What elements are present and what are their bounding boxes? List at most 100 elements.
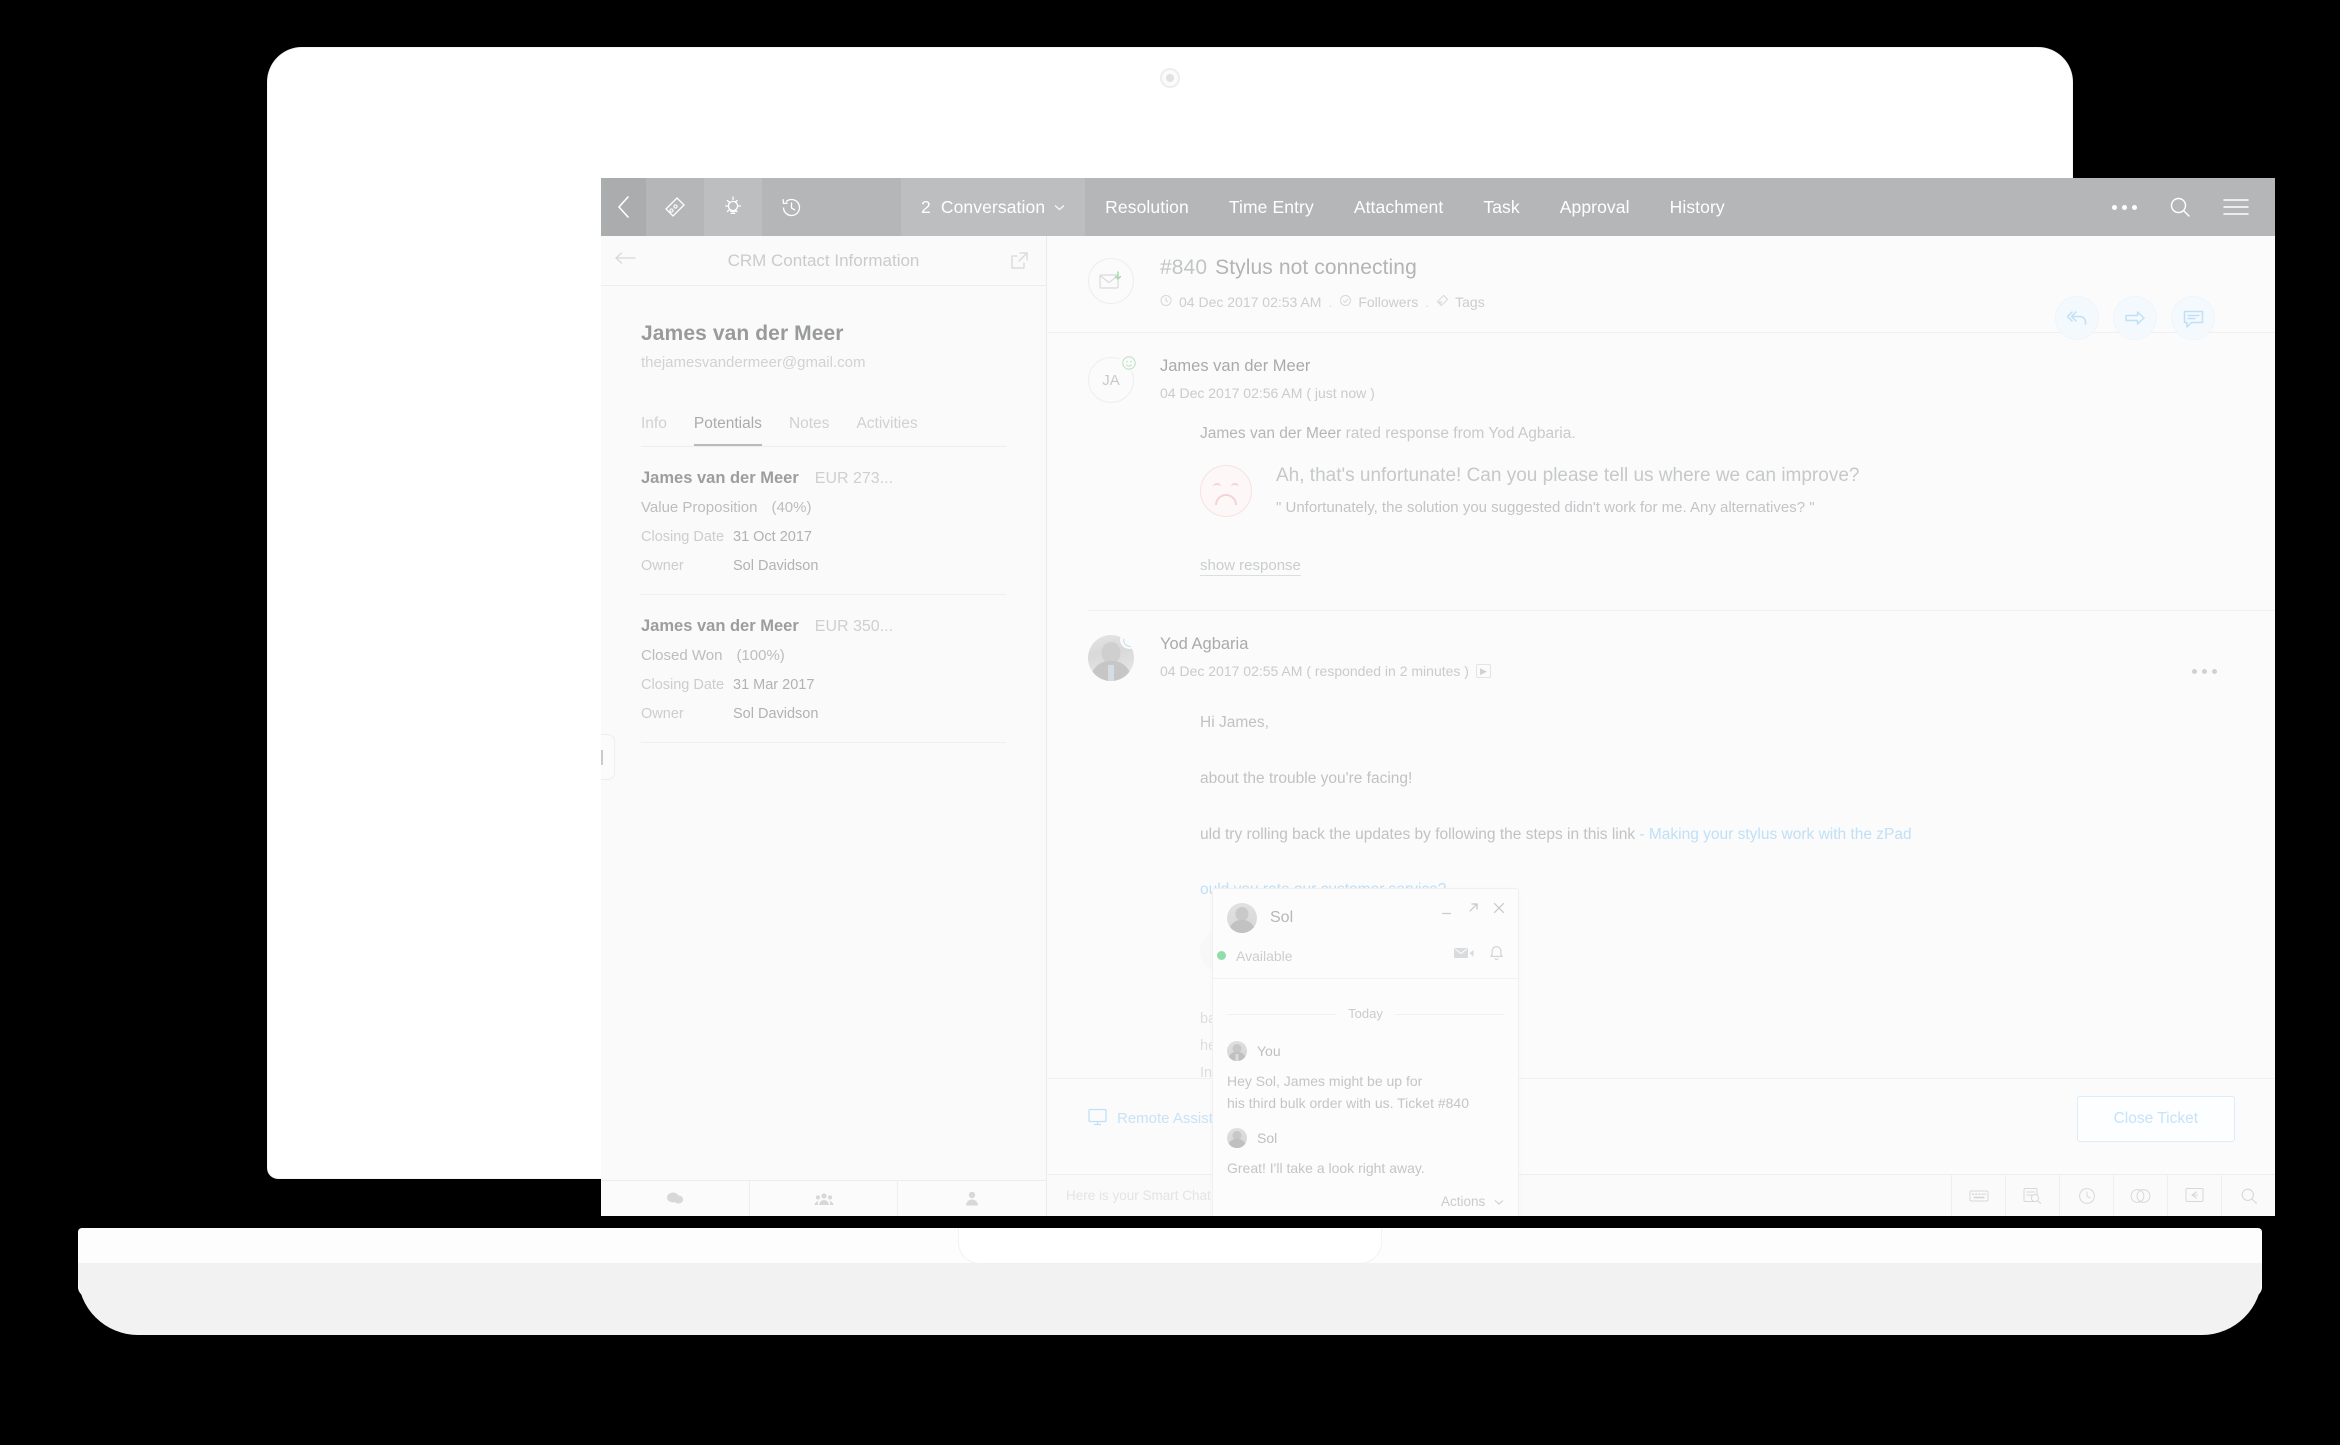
history-clock-icon[interactable]: [762, 178, 820, 236]
meta-separator: .: [1425, 294, 1430, 310]
potential-owner-label: Owner: [641, 558, 684, 574]
video-mail-icon[interactable]: [1453, 946, 1475, 965]
potential-owner: Sol Davidson: [733, 558, 819, 574]
availability-dot: [1217, 951, 1226, 960]
kb-article-link[interactable]: - Making your stylus work with the zPad: [1639, 826, 1911, 843]
tab-history[interactable]: History: [1650, 178, 1745, 236]
topbar-left-icons: [601, 178, 820, 236]
back-button[interactable]: [601, 178, 646, 236]
avatar-initials: JA: [1102, 371, 1120, 389]
chat-actions-dropdown[interactable]: Actions: [1227, 1194, 1504, 1209]
circles-icon[interactable]: [2113, 1175, 2167, 1216]
potential-probability: (100%): [736, 647, 785, 664]
search-icon[interactable]: [2221, 1175, 2275, 1216]
chat-popup-window[interactable]: Sol Available Today You Hey Sol, James m…: [1212, 888, 1519, 1216]
reply-suggest-text: uld try rolling back the updates by foll…: [1200, 825, 1636, 843]
expand-icon[interactable]: [1466, 901, 1480, 920]
chat-message-sender: Sol: [1257, 1130, 1278, 1147]
tab-approval[interactable]: Approval: [1540, 178, 1650, 236]
article-search-icon[interactable]: [2005, 1175, 2059, 1216]
avatar: [1227, 903, 1257, 933]
hamburger-menu-icon[interactable]: [2211, 178, 2261, 236]
tab-attachment[interactable]: Attachment: [1334, 178, 1464, 236]
chat-bubble-icon[interactable]: [601, 1181, 750, 1216]
subtab-activities[interactable]: Activities: [856, 415, 917, 446]
contact-name: James van der Meer: [641, 322, 844, 345]
reply-line-sorry: about the trouble you're facing!: [1200, 769, 1413, 787]
potential-amount: EUR 273...: [814, 470, 894, 487]
contact-email: thejamesvandermeer@gmail.com: [641, 354, 866, 371]
chat-message: Sol Great! I'll take a look right away.: [1227, 1128, 1504, 1180]
external-link-icon[interactable]: [1010, 252, 1028, 275]
tab-conversation[interactable]: 2 Conversation: [901, 178, 1086, 236]
ticket-number: #840: [1160, 256, 1208, 279]
subtab-potentials[interactable]: Potentials: [693, 415, 762, 446]
clock-icon[interactable]: [2059, 1175, 2113, 1216]
tab-resolution[interactable]: Resolution: [1085, 178, 1209, 236]
rating-rest: rated response from Yod Agbaria.: [1341, 425, 1576, 442]
meta-separator: .: [1328, 294, 1333, 310]
subtab-info[interactable]: Info: [641, 415, 667, 446]
chat-message-sender: You: [1257, 1043, 1281, 1059]
potential-closing-date-label: Closing Date: [641, 677, 725, 693]
show-response-link[interactable]: show response: [1200, 557, 1301, 576]
subtab-notes[interactable]: Notes: [789, 415, 830, 446]
potential-amount: EUR 350...: [814, 618, 894, 635]
minimize-icon[interactable]: [1441, 902, 1454, 920]
avatar: [1088, 635, 1134, 681]
ticket-title: #840 Stylus not connecting: [1160, 256, 1485, 280]
followers-label: Followers: [1358, 294, 1419, 310]
panel-resize-handle[interactable]: [601, 734, 615, 780]
play-icon[interactable]: ▶: [1475, 664, 1491, 678]
reply-greeting: Hi James,: [1200, 714, 1269, 731]
message-time-text: 04 Dec 2017 02:56 AM ( just now ): [1160, 385, 1375, 401]
lightbulb-icon[interactable]: [704, 178, 762, 236]
smiley-badge-icon: [1119, 353, 1138, 372]
reply-body: Hi James, about the trouble you're facin…: [1200, 707, 2275, 906]
chevron-down-icon[interactable]: [1054, 204, 1065, 211]
search-icon[interactable]: [2155, 178, 2205, 236]
chat-message-text: Great! I'll take a look right away.: [1227, 1160, 1425, 1177]
close-icon[interactable]: [1492, 901, 1506, 920]
avatar: [1227, 1128, 1247, 1149]
bell-icon[interactable]: [1489, 945, 1504, 966]
arrow-left-icon[interactable]: [615, 251, 637, 270]
smart-chat-icons: [1951, 1175, 2275, 1216]
chat-popup-status-bar: Available: [1213, 933, 1518, 979]
potential-card[interactable]: James van der Meer EUR 273... Value Prop…: [641, 447, 1006, 595]
chat-popup-header: Sol: [1213, 889, 1518, 933]
ticket-meta: 04 Dec 2017 02:53 AM . Followers . Tags: [1160, 294, 1485, 310]
chat-popup-messages: Today You Hey Sol, James might be up for…: [1213, 1005, 1518, 1209]
potential-title: James van der Meer: [641, 469, 799, 487]
laptop-base-lip: [78, 1263, 2262, 1335]
remote-assist-label: Remote Assist: [1117, 1110, 1213, 1127]
reply-line-suggest: uld try rolling back the updates by foll…: [1200, 819, 2275, 851]
screen: 2 Conversation Resolution Time Entry Att…: [601, 178, 2275, 1216]
tab-task[interactable]: Task: [1463, 178, 1539, 236]
tag-icon[interactable]: [646, 178, 704, 236]
more-dots-icon[interactable]: [2099, 178, 2149, 236]
reply-back-icon[interactable]: [2167, 1175, 2221, 1216]
tab-history-label: History: [1669, 196, 1725, 217]
tab-attachment-label: Attachment: [1353, 196, 1444, 217]
ticket-followers[interactable]: Followers: [1339, 294, 1418, 310]
module-tabs: 2 Conversation Resolution Time Entry Att…: [901, 178, 1745, 236]
ticket-tags[interactable]: Tags: [1436, 294, 1485, 310]
person-icon[interactable]: [898, 1181, 1046, 1216]
rating-card: Ah, that's unfortunate! Can you please t…: [1200, 465, 2275, 517]
keyboard-icon[interactable]: [1951, 1175, 2005, 1216]
potential-card[interactable]: James van der Meer EUR 350... Closed Won…: [641, 595, 1006, 743]
chat-popup-username: Sol: [1270, 909, 1294, 926]
close-ticket-button[interactable]: Close Ticket: [2076, 1095, 2235, 1142]
group-people-icon[interactable]: [750, 1181, 899, 1216]
tab-time-entry[interactable]: Time Entry: [1209, 178, 1334, 236]
tags-label: Tags: [1455, 294, 1485, 310]
message-more-options[interactable]: [2192, 669, 2217, 674]
potential-owner: Sol Davidson: [733, 706, 819, 722]
crm-panel-header: CRM Contact Information: [601, 236, 1046, 286]
ticket-created-at: 04 Dec 2017 02:53 AM: [1160, 294, 1321, 310]
tab-conversation-label: Conversation: [940, 196, 1046, 217]
rating-actor: James van der Meer: [1200, 425, 1342, 442]
potential-closing-date: 31 Mar 2017: [733, 677, 815, 693]
potential-title: James van der Meer: [641, 617, 799, 635]
